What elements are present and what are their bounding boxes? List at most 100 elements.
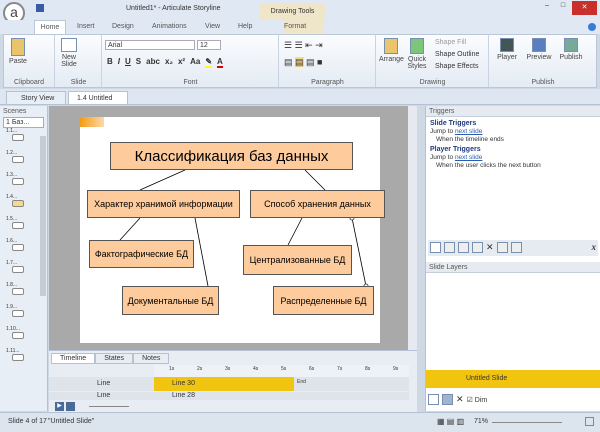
timeline-row[interactable]: Line Line 28 [49, 392, 409, 400]
font-size-select[interactable]: 12 [197, 40, 221, 50]
close-button[interactable]: ✕ [572, 1, 597, 15]
shadow-button[interactable]: S [136, 57, 141, 68]
title-box[interactable]: Классификация баз данных [110, 142, 353, 170]
zoom-slider[interactable] [492, 422, 562, 423]
slide: Классификация баз данных Характер храним… [80, 117, 385, 343]
scenes-scrollbar[interactable] [40, 136, 46, 296]
edit-trigger-icon[interactable] [444, 242, 455, 253]
slide-count: Slide 4 of 17 [8, 418, 47, 425]
shape-fill-button[interactable]: Shape Fill [435, 39, 466, 46]
node-box[interactable]: Распределенные БД [273, 286, 374, 315]
scene-select[interactable]: 1 Баз... [3, 117, 44, 128]
node-box[interactable]: Документальные БД [122, 286, 219, 315]
thumbnail-icon [12, 244, 24, 251]
connector-line[interactable] [194, 217, 209, 287]
fit-icon[interactable] [585, 417, 594, 426]
font-label: Font [183, 79, 198, 86]
minimize-button[interactable]: – [540, 2, 554, 14]
delete-trigger-icon[interactable]: ✕ [486, 242, 494, 254]
slide-thumbnail[interactable]: 1.11... [6, 348, 47, 370]
bullets-icon[interactable]: ☰ ☰ ⇤ ⇥ [284, 40, 323, 51]
stop-button[interactable] [66, 402, 75, 411]
tab-insert[interactable]: Insert [77, 20, 95, 34]
tab-timeline[interactable]: Timeline [51, 353, 96, 364]
connector-line[interactable] [139, 169, 186, 191]
tab-animations[interactable]: Animations [152, 20, 187, 34]
font-name-select[interactable]: Arial [105, 40, 195, 50]
connector-line[interactable] [304, 169, 326, 191]
status-bar: Slide 4 of 17 "Untitled Slide" ▦ ▤ ▥ 71% [0, 412, 600, 432]
dim-checkbox[interactable]: ☑ Dim [467, 396, 488, 404]
trigger-target-link[interactable]: next slide [455, 128, 482, 135]
tab-format[interactable]: Format [284, 20, 324, 34]
duplicate-layer-icon[interactable] [442, 394, 453, 405]
quick-styles-button[interactable]: Quick Styles [405, 38, 429, 70]
copy-trigger-icon[interactable] [458, 242, 469, 253]
tab-home[interactable]: Home [34, 20, 66, 34]
save-icon[interactable] [36, 4, 44, 12]
paste-button[interactable]: Paste [8, 38, 28, 65]
align-icons[interactable]: ▤ ▤ ▤ ■ [284, 57, 322, 68]
zoom-slider[interactable] [89, 406, 129, 407]
shape-effects-button[interactable]: Shape Effects [435, 63, 478, 70]
tab-view[interactable]: View [205, 20, 220, 34]
view-buttons[interactable]: ▦ ▤ ▥ [437, 413, 464, 431]
change-case-button[interactable]: Aa [190, 57, 200, 68]
timeline-bar[interactable]: Line 30 [154, 377, 294, 391]
paste-trigger-icon[interactable] [472, 242, 483, 253]
player-icon [500, 38, 514, 52]
new-slide-button[interactable]: New Slide [58, 38, 80, 68]
arrange-button[interactable]: Arrange [379, 38, 404, 63]
maximize-button[interactable]: □ [556, 2, 570, 14]
paragraph-label: Paragraph [311, 79, 344, 86]
underline-button[interactable]: U [125, 57, 131, 68]
node-box[interactable]: Характер хранимой информации [87, 190, 240, 218]
slide-thumbnail[interactable]: 1.10... [6, 326, 47, 348]
timeline-row[interactable]: Line Line 30 End [49, 377, 409, 391]
font-color-icon[interactable]: A [217, 57, 223, 68]
trigger-item[interactable]: Jump to next slide [430, 128, 596, 136]
time-ruler[interactable]: 1s 2s 3s 4s 5s 6s 7s 8s 9s [154, 365, 409, 377]
shape-outline-button[interactable]: Shape Outline [435, 51, 479, 58]
trigger-item[interactable]: Jump to next slide [430, 154, 596, 162]
slide-thumbnail[interactable]: 1.9... [6, 304, 47, 326]
base-layer[interactable]: Untitled Slide [426, 370, 600, 388]
highlight-icon[interactable]: ✎ [205, 57, 213, 68]
end-marker[interactable]: End [297, 379, 306, 385]
variables-icon[interactable]: x [592, 242, 597, 254]
tab-states[interactable]: States [95, 353, 134, 364]
tab-story-view[interactable]: Story View [6, 91, 66, 105]
help-icon[interactable] [588, 23, 596, 31]
right-panel: Triggers Slide Triggers Jump to next sli… [425, 106, 600, 411]
publish-button[interactable]: Publish [556, 38, 586, 61]
connector-line[interactable] [119, 217, 141, 241]
publish-group: Player Preview Publish Publish [490, 35, 596, 87]
node-box[interactable]: Способ хранения данных [250, 190, 385, 218]
preview-button[interactable]: Preview [524, 38, 554, 61]
tab-help[interactable]: Help [238, 20, 252, 34]
superscript-button[interactable]: x² [178, 57, 185, 68]
bar-label: Line 28 [172, 392, 195, 399]
subscript-button[interactable]: x₂ [165, 57, 173, 68]
play-button[interactable]: ▶ [55, 402, 64, 411]
connector-line-selected[interactable] [351, 217, 367, 287]
connector-line[interactable] [287, 217, 303, 246]
move-up-icon[interactable] [496, 242, 508, 253]
tab-design[interactable]: Design [112, 20, 134, 34]
node-box[interactable]: Фактографические БД [89, 240, 194, 268]
new-layer-icon[interactable] [428, 394, 439, 405]
tab-notes[interactable]: Notes [133, 353, 170, 364]
paste-icon [11, 38, 25, 56]
bold-button[interactable]: B [107, 57, 113, 68]
tab-slide[interactable]: 1.4 Untitled Slide ✕ [68, 91, 128, 116]
strikethrough-button[interactable]: abc [146, 57, 160, 68]
italic-button[interactable]: I [118, 57, 120, 68]
canvas-scrollbar[interactable] [408, 106, 417, 350]
delete-layer-icon[interactable]: ✕ [456, 394, 464, 405]
trigger-target-link[interactable]: next slide [455, 154, 482, 161]
move-down-icon[interactable] [510, 242, 522, 253]
player-button[interactable]: Player [492, 38, 522, 61]
new-trigger-icon[interactable] [430, 242, 441, 253]
node-box[interactable]: Централизованные БД [243, 245, 352, 275]
drawing-label: Drawing [419, 79, 446, 86]
